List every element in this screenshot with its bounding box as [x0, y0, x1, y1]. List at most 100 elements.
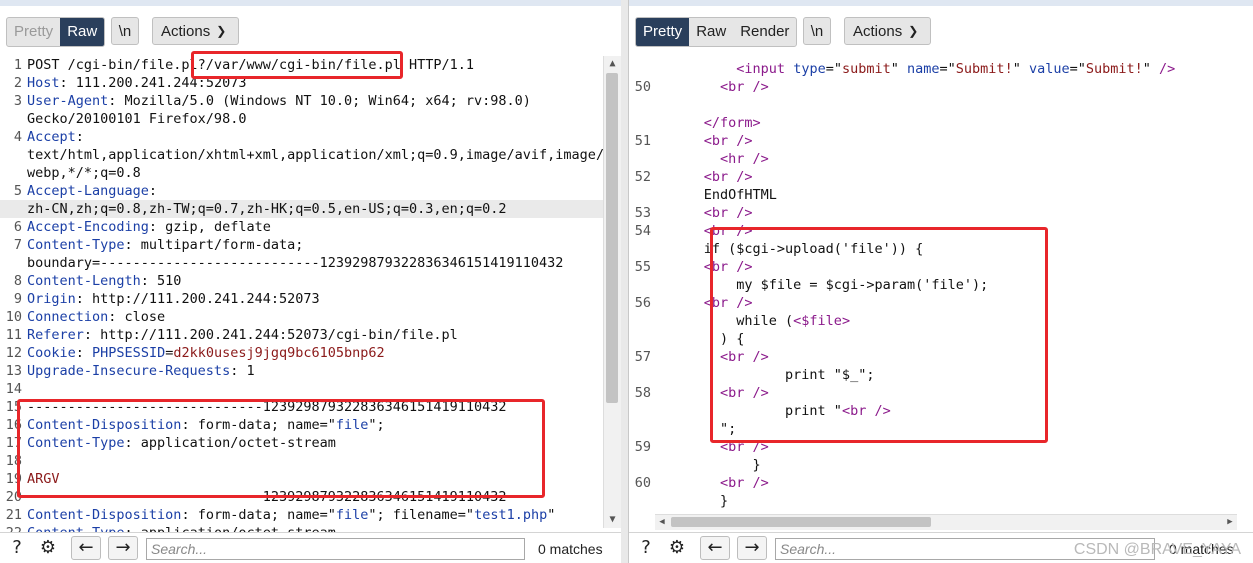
- code-token: <input: [736, 61, 794, 77]
- line-number: 7: [13, 237, 22, 253]
- code-token: : http://111.200.241.244:52073: [75, 291, 320, 307]
- code-line: 55 <br />: [629, 258, 1237, 276]
- code-token: <br />: [703, 295, 753, 311]
- line-number: 1: [13, 57, 22, 73]
- code-token: Referer: [27, 327, 84, 343]
- chevron-down-icon: ❯: [216, 24, 227, 38]
- search-input[interactable]: Search...: [146, 538, 525, 560]
- line-text: text/html,application/xhtml+xml,applicat…: [27, 146, 604, 164]
- code-line: 57 <br />: [629, 348, 1237, 366]
- code-token: Content-Length: [27, 273, 141, 289]
- scrollbar-thumb[interactable]: [671, 517, 931, 527]
- tab-strip: [629, 0, 1253, 6]
- tab-pretty[interactable]: Pretty: [636, 18, 690, 46]
- previous-match-button[interactable]: ←: [700, 536, 730, 560]
- code-token: value: [1028, 61, 1070, 77]
- code-line: ";: [629, 420, 1237, 438]
- help-icon[interactable]: ?: [632, 536, 660, 560]
- code-token: PHPSESSID: [92, 345, 166, 361]
- pane-divider[interactable]: [621, 0, 628, 563]
- code-token: :: [148, 183, 158, 199]
- code-token: <br />: [720, 385, 769, 401]
- match-count: 0 matches: [538, 541, 603, 557]
- request-vertical-scrollbar[interactable]: ▲ ▼: [603, 56, 621, 528]
- line-text: Accept:: [27, 128, 84, 146]
- code-token: <br />: [720, 439, 769, 455]
- line-text: -----------------------------12392987932…: [27, 398, 507, 416]
- newline-toggle-button[interactable]: \n: [803, 17, 831, 45]
- request-pane: Pretty Raw \n Actions ❯ 1 POST /cgi-bin/fi…: [0, 0, 622, 563]
- line-number: 54: [634, 223, 651, 239]
- code-token: =": [939, 61, 956, 77]
- code-line: my $file = $cgi->param('file');: [629, 276, 1237, 294]
- code-line: 16 Content-Disposition: form-data; name="…: [0, 416, 604, 434]
- line-text: }: [655, 456, 761, 474]
- code-token: ) {: [655, 331, 745, 347]
- code-line: 52 <br />: [629, 168, 1237, 186]
- response-editor[interactable]: 49 <br /> <input type="submit" name="Sub…: [629, 56, 1253, 517]
- next-match-button[interactable]: →: [108, 536, 138, 560]
- code-token: : multipart/form-data;: [124, 237, 304, 253]
- line-number: 52: [634, 169, 651, 185]
- scroll-up-arrow-icon[interactable]: ▲: [604, 56, 621, 72]
- code-token: : 510: [140, 273, 182, 289]
- line-text: Cookie: PHPSESSID=d2kk0usesj9jgq9bc6105b…: [27, 344, 385, 362]
- code-token: : 111.200.241.244:52073: [59, 75, 247, 91]
- scrollbar-thumb[interactable]: [606, 73, 618, 403]
- tab-pretty[interactable]: Pretty: [7, 18, 60, 46]
- code-token: <hr />: [720, 151, 769, 167]
- code-line: text/html,application/xhtml+xml,applicat…: [0, 146, 604, 164]
- line-text: Content-Type: application/octet-stream: [27, 434, 336, 452]
- code-token: <br />: [703, 223, 753, 239]
- line-number: 55: [634, 259, 651, 275]
- previous-match-button[interactable]: ←: [71, 536, 101, 560]
- code-token: : application/octet-stream: [124, 435, 336, 451]
- response-horizontal-scrollbar[interactable]: ◀ ▶: [655, 514, 1237, 530]
- code-token: =": [1069, 61, 1086, 77]
- line-text: <br />: [655, 384, 769, 402]
- scroll-left-arrow-icon[interactable]: ◀: [655, 515, 669, 530]
- actions-button[interactable]: Actions ❯: [152, 17, 239, 45]
- gear-icon[interactable]: ⚙: [663, 536, 691, 560]
- code-line: 7 Content-Type: multipart/form-data;: [0, 236, 604, 254]
- code-token: <br />: [703, 169, 753, 185]
- line-text: Referer: http://111.200.241.244:52073/cg…: [27, 326, 458, 344]
- code-token: <br />: [720, 475, 769, 491]
- line-number: 8: [13, 273, 22, 289]
- line-number: 21: [5, 507, 22, 523]
- line-text: <br />: [655, 168, 753, 186]
- line-number: 5: [13, 183, 22, 199]
- line-text: ";: [655, 420, 736, 438]
- response-view-toggle: Pretty Raw Render: [635, 17, 798, 47]
- scroll-right-arrow-icon[interactable]: ▶: [1223, 515, 1237, 530]
- line-text: Origin: http://111.200.241.244:52073: [27, 290, 320, 308]
- code-token: type: [793, 61, 826, 77]
- code-line: 58 <br />: [629, 384, 1237, 402]
- code-line: }: [629, 492, 1237, 510]
- code-token: Submit!: [955, 61, 1013, 77]
- code-token: ": [1142, 61, 1160, 77]
- tab-raw[interactable]: Raw: [689, 18, 733, 46]
- next-match-button[interactable]: →: [737, 536, 767, 560]
- actions-button[interactable]: Actions ❯: [844, 17, 931, 45]
- code-token: while (: [655, 313, 794, 329]
- code-token: -----------------------------12392987932…: [27, 399, 507, 415]
- line-number: 59: [634, 439, 651, 455]
- code-token: : form-data; name=": [181, 417, 336, 433]
- gear-icon[interactable]: ⚙: [34, 536, 62, 560]
- tab-render[interactable]: Render: [733, 18, 796, 46]
- tab-raw[interactable]: Raw: [60, 18, 105, 46]
- code-token: Host: [27, 75, 60, 91]
- response-pane: Pretty Raw Render \n Actions ❯ 49 <br /> …: [628, 0, 1253, 563]
- help-icon[interactable]: ?: [3, 536, 31, 560]
- code-token: submit: [841, 61, 891, 77]
- code-line: 8 Content-Length: 510: [0, 272, 604, 290]
- code-token: "; filename=": [368, 507, 475, 523]
- code-token: zh-CN,zh;q=0.8,zh-TW;q=0.7,zh-HK;q=0.5,e…: [27, 201, 507, 217]
- code-token: <br />: [841, 403, 891, 419]
- request-editor[interactable]: 1 POST /cgi-bin/file.pl?/var/www/cgi-bin/…: [0, 56, 621, 533]
- newline-toggle-button[interactable]: \n: [111, 17, 139, 45]
- line-text: ) {: [655, 330, 744, 348]
- scroll-down-arrow-icon[interactable]: ▼: [604, 512, 621, 528]
